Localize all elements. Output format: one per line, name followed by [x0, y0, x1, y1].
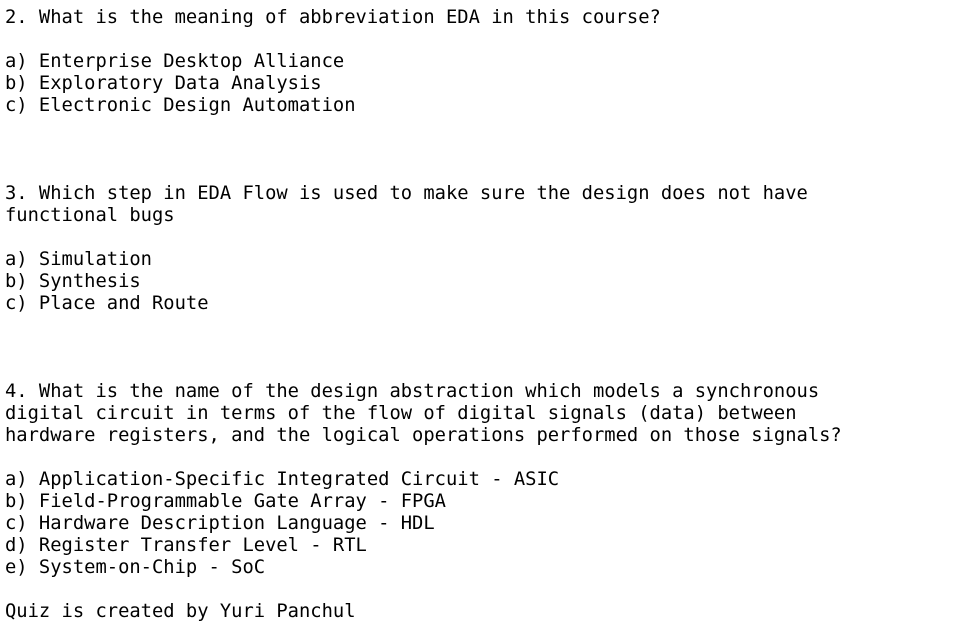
option-line[interactable]: c) Place and Route [5, 293, 960, 315]
option-line[interactable]: d) Register Transfer Level - RTL [5, 535, 960, 557]
question-line: 4. What is the name of the design abstra… [5, 381, 820, 402]
quiz-page: 2. What is the meaning of abbreviation E… [0, 0, 960, 622]
question-4: 4. What is the name of the design abstra… [5, 381, 960, 447]
question-2: 2. What is the meaning of abbreviation E… [5, 7, 960, 29]
question-line: 3. Which step in EDA Flow is used to mak… [5, 183, 808, 204]
spacer-after-question-3 [5, 227, 960, 249]
footer-line: Quiz is created by Yuri Panchul [5, 601, 356, 622]
option-line[interactable]: a) Simulation [5, 249, 960, 271]
option-line[interactable]: b) Field-Programmable Gate Array - FPGA [5, 491, 960, 513]
question-3: 3. Which step in EDA Flow is used to mak… [5, 183, 960, 227]
option-line[interactable]: c) Electronic Design Automation [5, 95, 960, 117]
question-line: hardware registers, and the logical oper… [5, 425, 842, 446]
question-3-options: a) Simulation b) Synthesis c) Place and Ro… [5, 249, 960, 315]
option-line[interactable]: a) Application-Specific Integrated Circu… [5, 469, 960, 491]
quiz-credit: Quiz is created by Yuri Panchul [5, 601, 960, 623]
spacer-after-question-4 [5, 447, 960, 469]
question-line: 2. What is the meaning of abbreviation E… [5, 7, 661, 28]
spacer-after-question-2-options [5, 117, 960, 183]
option-line[interactable]: b) Exploratory Data Analysis [5, 73, 960, 95]
question-line: functional bugs [5, 205, 175, 226]
option-line[interactable]: a) Enterprise Desktop Alliance [5, 51, 960, 73]
question-line: digital circuit in terms of the flow of … [5, 403, 797, 424]
question-4-options: a) Application-Specific Integrated Circu… [5, 469, 960, 579]
question-2-options: a) Enterprise Desktop Alliance b) Explora… [5, 51, 960, 117]
spacer-before-footer [5, 579, 960, 601]
option-line[interactable]: b) Synthesis [5, 271, 960, 293]
quiz-text-body: 2. What is the meaning of abbreviation E… [5, 7, 960, 623]
spacer-after-question-2 [5, 29, 960, 51]
option-line[interactable]: c) Hardware Description Language - HDL [5, 513, 960, 535]
spacer-after-question-3-options [5, 315, 960, 381]
option-line[interactable]: e) System-on-Chip - SoC [5, 557, 960, 579]
